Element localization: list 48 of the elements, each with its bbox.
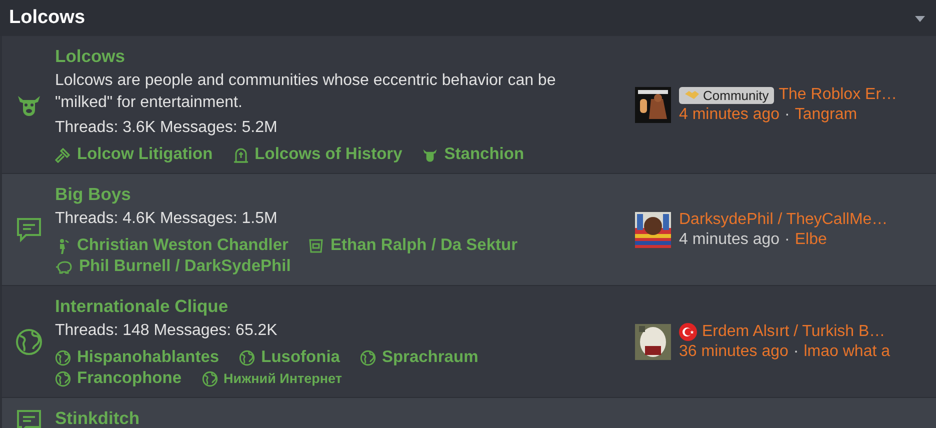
subforum-link[interactable]: Hispanohablantes (55, 348, 220, 367)
speech-bubble-icon (14, 216, 42, 244)
speech-bubble-icon (14, 408, 42, 428)
forum-title-link[interactable]: Lolcows (55, 46, 126, 67)
forum-stats: Threads: 3.6K Messages: 5.2M (55, 118, 278, 138)
forum-description: Lolcows are people and communities whose eccentric behavior can be "milked" for entertainment. (55, 71, 557, 113)
prefix-label[interactable]: Community (679, 86, 774, 104)
subforum-link[interactable]: Нижний Интернет (202, 369, 342, 388)
separator-dot: · (784, 231, 790, 249)
subforum-link[interactable]: Phil Burnell / DarkSydePhil (55, 257, 291, 276)
username-link[interactable]: lmao what a (804, 343, 890, 361)
tombstone-icon (232, 146, 249, 162)
subforum-link[interactable]: Sprachraum (360, 348, 478, 367)
username-link[interactable]: Tangram (794, 106, 858, 124)
globe-icon (14, 328, 42, 356)
globe-icon (360, 350, 376, 366)
post-time[interactable]: 4 minutes ago (679, 106, 780, 124)
handshake-icon (684, 90, 700, 100)
subforum-link[interactable]: Lusofonia (239, 348, 340, 367)
globe-icon (55, 350, 71, 366)
forum-title-link[interactable]: Stinkditch (55, 408, 140, 428)
separator-dot: · (793, 343, 799, 361)
subforum-link[interactable]: Lolcow Litigation (55, 145, 213, 164)
piggy-bank-icon (55, 258, 73, 274)
glass-icon (308, 238, 324, 254)
thread-link[interactable]: DarksydePhil / TheyCallMe… (679, 211, 888, 229)
globe-icon (55, 370, 71, 386)
subforum-link[interactable]: Francophone (55, 369, 182, 388)
post-time[interactable]: 4 minutes ago (679, 231, 780, 249)
separator-dot: · (784, 106, 790, 124)
globe-icon (202, 370, 218, 386)
collapse-caret-icon[interactable] (914, 15, 926, 23)
forum-stats: Threads: 4.6K Messages: 1.5M (55, 209, 278, 229)
forum-title-link[interactable]: Big Boys (55, 184, 131, 205)
globe-icon (239, 350, 256, 366)
section-title: Lolcows (9, 7, 86, 29)
forum-title-link[interactable]: Internationale Clique (55, 296, 228, 317)
hammer-icon (55, 146, 71, 162)
subforum-link[interactable]: Ethan Ralph / Da Sektur (308, 236, 518, 255)
subforum-link[interactable]: Christian Weston Chandler (55, 236, 288, 255)
subforum-link[interactable]: Lolcows of History (232, 145, 402, 164)
username-link[interactable]: Elbe (794, 231, 827, 249)
thread-link[interactable]: Erdem Alsırt / Turkish B… (702, 323, 886, 341)
subforum-link[interactable]: Stanchion (422, 145, 524, 164)
post-time[interactable]: 36 minutes ago (679, 343, 788, 361)
flag-icon (679, 323, 697, 341)
forum-stats: Threads: 148 Messages: 65.2K (55, 321, 278, 341)
thread-link[interactable]: The Roblox Er… (778, 86, 898, 104)
